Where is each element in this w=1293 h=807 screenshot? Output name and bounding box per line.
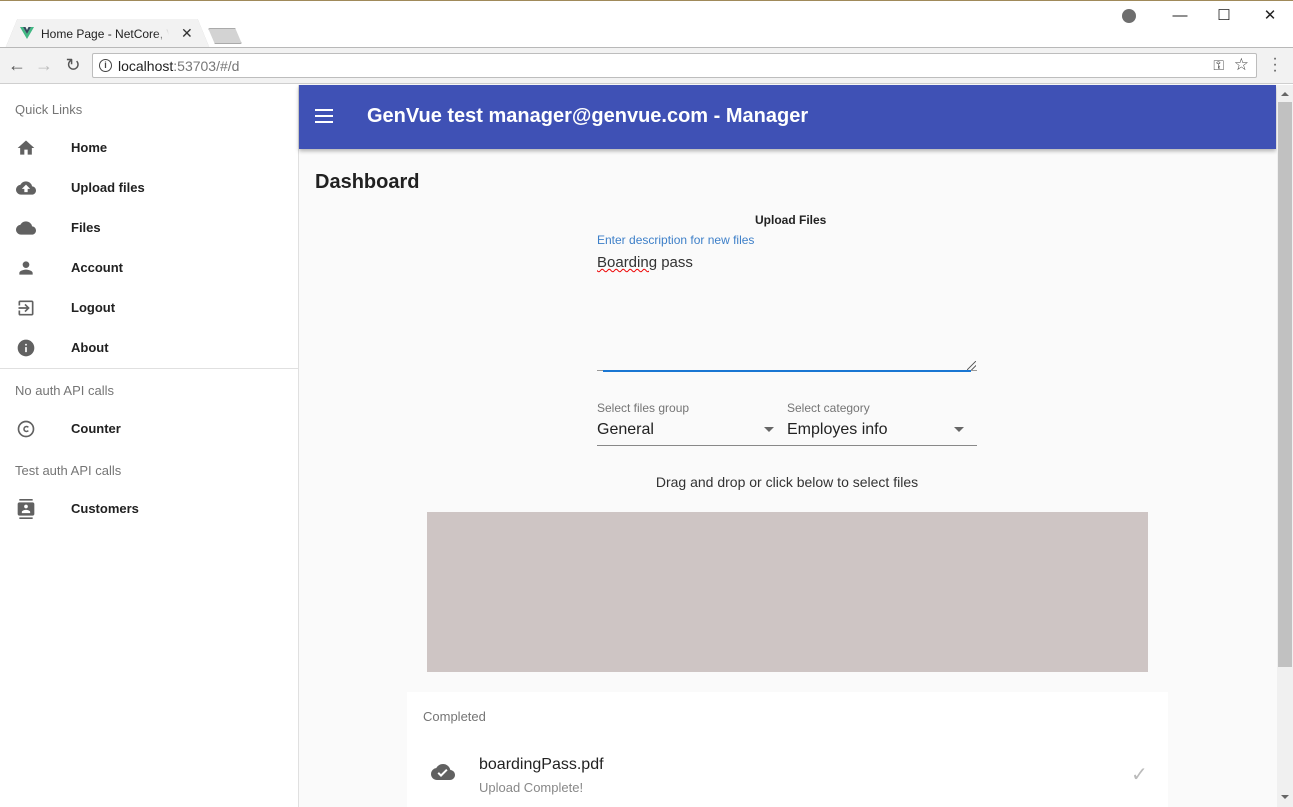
group-select[interactable]: General bbox=[597, 421, 654, 439]
description-word-misspelled: Boarding bbox=[597, 254, 658, 271]
url-text[interactable]: localhost:53703/#/d bbox=[118, 58, 239, 74]
sidebar: Quick Links Home Upload files Files Acco… bbox=[0, 85, 299, 807]
url-path: :53703/#/d bbox=[173, 58, 240, 74]
drag-drop-instructions: Drag and drop or click below to select f… bbox=[655, 474, 919, 490]
bookmark-star-icon[interactable]: ☆ bbox=[1234, 55, 1249, 75]
sidebar-item-label: Home bbox=[71, 140, 108, 155]
menu-icon[interactable] bbox=[315, 109, 335, 125]
sidebar-item-logout[interactable]: Logout bbox=[0, 288, 298, 328]
sidebar-item-upload-files[interactable]: Upload files bbox=[0, 168, 298, 208]
cloud-icon bbox=[16, 221, 36, 235]
back-icon[interactable]: ← bbox=[6, 54, 28, 76]
group-dropdown-arrow-icon[interactable] bbox=[764, 427, 774, 432]
cloud-done-icon bbox=[431, 764, 455, 780]
category-select[interactable]: Employes info bbox=[787, 421, 888, 439]
select-underline bbox=[597, 445, 977, 446]
check-icon: ✓ bbox=[1131, 764, 1148, 786]
sidebar-item-home[interactable]: Home bbox=[0, 128, 298, 168]
sidebar-item-label: Counter bbox=[71, 421, 121, 436]
profile-icon[interactable] bbox=[1122, 9, 1136, 23]
browser-titlebar: Home Page - NetCore, Vue ✕ — ☐ ✕ bbox=[0, 0, 1293, 49]
new-tab-button[interactable] bbox=[208, 28, 242, 44]
sidebar-item-label: Logout bbox=[71, 300, 116, 315]
sidebar-item-label: About bbox=[71, 340, 109, 355]
file-name: boardingPass.pdf bbox=[479, 756, 604, 773]
completed-subheader: Completed bbox=[423, 709, 486, 724]
subheader-no-auth: No auth API calls bbox=[15, 383, 114, 398]
app-title: GenVue test manager@genvue.com - Manager bbox=[367, 105, 809, 127]
minimize-button[interactable]: — bbox=[1170, 7, 1190, 25]
sidebar-item-counter[interactable]: Counter bbox=[0, 409, 298, 449]
address-bar[interactable]: i localhost:53703/#/d ⚿ ☆ bbox=[92, 53, 1257, 78]
sidebar-item-customers[interactable]: Customers bbox=[0, 489, 298, 529]
sidebar-item-about[interactable]: About bbox=[0, 328, 298, 368]
info-icon bbox=[17, 339, 35, 357]
description-textarea[interactable]: Boarding pass bbox=[597, 254, 693, 271]
sidebar-item-label: Customers bbox=[71, 501, 139, 516]
category-select-label: Select category bbox=[787, 401, 870, 415]
app-bar: GenVue test manager@genvue.com - Manager bbox=[299, 85, 1276, 149]
site-info-icon[interactable]: i bbox=[99, 59, 112, 72]
forward-icon[interactable]: → bbox=[33, 54, 55, 76]
subheader-quick-links: Quick Links bbox=[15, 102, 83, 117]
scroll-down-arrow-icon[interactable] bbox=[1281, 795, 1289, 799]
vue-logo-icon bbox=[20, 27, 34, 39]
file-dropzone[interactable] bbox=[427, 512, 1148, 672]
file-status: Upload Complete! bbox=[479, 780, 584, 795]
exit-icon bbox=[18, 300, 34, 316]
category-dropdown-arrow-icon[interactable] bbox=[954, 427, 964, 432]
description-rest: pass bbox=[657, 254, 693, 271]
maximize-button[interactable]: ☐ bbox=[1214, 7, 1234, 25]
browser-toolbar: ← → ↻ i localhost:53703/#/d ⚿ ☆ · · · bbox=[0, 47, 1293, 84]
cloud-upload-icon bbox=[16, 181, 36, 195]
contacts-icon bbox=[17, 499, 35, 519]
tab-close-icon[interactable]: ✕ bbox=[181, 25, 193, 42]
home-icon bbox=[17, 140, 35, 155]
copyright-icon bbox=[17, 420, 35, 438]
main-content: GenVue test manager@genvue.com - Manager… bbox=[299, 85, 1277, 807]
textarea-focus-underline bbox=[603, 370, 971, 372]
page-title: Dashboard bbox=[315, 171, 420, 193]
description-label: Enter description for new files bbox=[597, 233, 755, 247]
close-window-button[interactable]: ✕ bbox=[1260, 7, 1280, 25]
completed-card: Completed boardingPass.pdf Upload Comple… bbox=[407, 692, 1168, 807]
person-icon bbox=[19, 261, 33, 275]
tab-title: Home Page - NetCore, Vue bbox=[41, 27, 169, 41]
sidebar-item-account[interactable]: Account bbox=[0, 248, 298, 288]
sidebar-divider bbox=[0, 368, 298, 369]
subheader-test-auth: Test auth API calls bbox=[15, 463, 122, 478]
browser-menu-icon[interactable]: · · · bbox=[1268, 51, 1282, 79]
reload-icon[interactable]: ↻ bbox=[62, 54, 84, 76]
sidebar-item-files[interactable]: Files bbox=[0, 208, 298, 248]
sidebar-item-label: Account bbox=[71, 260, 123, 275]
page-scrollbar[interactable] bbox=[1277, 85, 1293, 807]
scroll-up-arrow-icon[interactable] bbox=[1281, 92, 1289, 96]
sidebar-item-label: Files bbox=[71, 220, 101, 235]
key-icon[interactable]: ⚿ bbox=[1213, 57, 1224, 74]
group-select-label: Select files group bbox=[597, 401, 690, 415]
textarea-resize-handle[interactable] bbox=[967, 361, 976, 370]
sidebar-item-label: Upload files bbox=[71, 180, 145, 195]
upload-heading: Upload Files bbox=[755, 213, 827, 227]
url-host: localhost bbox=[118, 58, 174, 74]
scrollbar-thumb[interactable] bbox=[1278, 102, 1292, 667]
